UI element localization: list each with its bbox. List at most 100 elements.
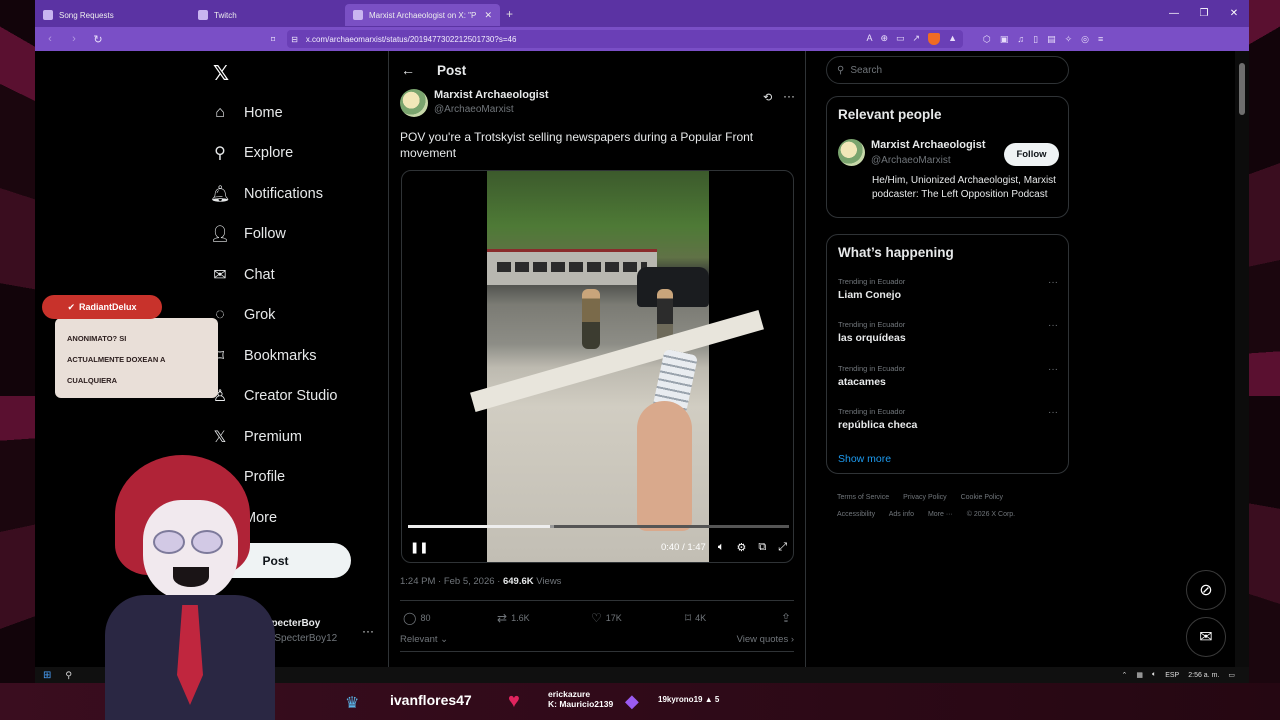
close-tab-icon[interactable]: ✕ [484,10,492,21]
video-player[interactable]: ❚❚ 0:40 / 1:47 🔈︎ ⚙ ⧉ ⤢ [401,170,794,563]
translate-icon[interactable]: A [866,33,872,45]
cast-icon[interactable]: ▭ [896,33,905,45]
crown-icon: ♛ [345,695,360,712]
copyright: © 2026 X Corp. [966,511,1016,518]
fullscreen-icon[interactable]: ⤢ [778,541,787,554]
vpn-icon[interactable]: ◎ [1081,34,1089,45]
restore-icon[interactable]: ❐ [1189,0,1219,27]
bookmark-page-icon[interactable]: ⌑ [271,35,275,44]
nav-home[interactable]: ⌂ Home [210,98,283,128]
nav-notifications[interactable]: 🔔︎ Notifications [210,179,323,209]
language-indicator[interactable]: ESP [1165,672,1179,679]
reload-icon[interactable]: ↻ [91,33,105,46]
notifications-tray-icon[interactable]: ▭ [1228,671,1235,679]
footer-link[interactable]: More ··· [928,511,953,518]
share-icon[interactable]: ⇪ [781,611,791,625]
menu-icon[interactable]: ≡ [1098,34,1103,45]
nav-grok[interactable]: ◌ Grok [210,300,275,330]
pip-icon[interactable]: ⧉ [758,541,766,554]
grok-fab-icon[interactable]: ⊘ [1186,570,1226,610]
footer-link[interactable]: Privacy Policy [903,494,947,501]
footer-link[interactable]: Cookie Policy [961,494,1003,501]
x-logo-icon[interactable]: 𝕏 [213,61,229,86]
tab-twitch[interactable]: Twitch [190,4,345,26]
new-tab-button[interactable]: + [506,7,513,21]
video-progress-bar[interactable] [408,525,789,528]
like-button[interactable]: ♡ 17K [591,611,685,625]
trend-item[interactable]: Trending in Ecuador Liam Conejo ··· [838,277,1063,301]
view-quotes-link[interactable]: View quotes › [737,634,794,645]
avatar[interactable] [838,139,865,166]
site-info-icon[interactable]: ⊟ [291,35,298,44]
nav-creator-studio[interactable]: ♙ Creator Studio [210,381,338,411]
trend-item[interactable]: Trending in Ecuador república checa ··· [838,407,1063,431]
footer-link[interactable]: Terms of Service [837,494,889,501]
volume-tray-icon[interactable]: 🔈︎ [1152,671,1156,679]
nav-bookmarks[interactable]: ⌑ Bookmarks [210,341,317,371]
add-user-icon: 👤︎ [210,226,231,243]
settings-icon[interactable]: ⚙ [736,541,746,554]
grok-explain-icon[interactable]: ⟲ [763,91,772,104]
wallet2-icon[interactable]: ▤ [1047,34,1056,45]
tray-arrow-icon[interactable]: ⌃ [1122,671,1128,679]
trend-item[interactable]: Trending in Ecuador las orquídeas ··· [838,320,1063,344]
nav-chat[interactable]: ✉ Chat [210,260,274,290]
leo-icon[interactable]: ✧ [1065,34,1073,45]
back-nav-icon[interactable]: ‹ [43,33,57,45]
sort-dropdown[interactable]: Relevant ⌄ [400,634,448,645]
close-window-icon[interactable]: ✕ [1219,0,1249,27]
windows-start-icon[interactable]: ⊞ [43,670,51,681]
tab-song-requests[interactable]: Song Requests [35,4,190,26]
author-handle[interactable]: @ArchaeoMarxist [434,104,549,115]
back-arrow-icon[interactable]: ← [401,62,415,78]
forward-nav-icon[interactable]: › [67,33,81,45]
trend-item[interactable]: Trending in Ecuador atacames ··· [838,364,1063,388]
avatar-glasses [153,530,233,554]
show-more-link[interactable]: Show more [838,453,891,465]
rewards-icon[interactable]: ▲ [948,33,957,45]
tab-x-post[interactable]: Marxist Archaeologist on X: "P ✕ [345,4,500,26]
clock[interactable]: 2:56 a. m. [1188,672,1219,679]
extensions-icon[interactable]: ⬡ [983,34,991,45]
more-options-icon[interactable]: ··· [1048,364,1058,375]
volume-icon[interactable]: 🔈︎ [718,541,725,554]
nav-explore[interactable]: ⚲ Explore [210,138,293,168]
media-icon[interactable]: ♫ [1017,34,1024,45]
post-author[interactable]: Marxist Archaeologist @ArchaeoMarxist [400,89,549,117]
minimize-icon[interactable]: — [1159,0,1189,27]
network-icon[interactable]: ▦ [1136,671,1143,679]
zoom-icon[interactable]: ⊕ [880,33,888,45]
more-options-icon[interactable]: ··· [1048,320,1058,331]
nav-follow[interactable]: 👤︎ Follow [210,219,286,249]
brave-shield-icon[interactable] [928,33,941,45]
search-input[interactable]: ⚲ Search [826,56,1069,84]
more-options-icon[interactable]: ··· [783,89,795,103]
address-bar[interactable]: ⌑ ⊟ x.com/archaeomarxist/status/20194773… [271,30,963,48]
reply-button[interactable]: ◯ 80 [403,611,497,625]
sidebar-icon[interactable]: ▯ [1033,34,1038,45]
more-options-icon[interactable]: ··· [1048,277,1058,288]
avatar[interactable] [400,89,428,117]
pause-icon[interactable]: ❚❚ [410,541,428,554]
repost-button[interactable]: ⇄ 1.6K [497,611,591,625]
nav-premium[interactable]: 𝕏 Premium [210,422,302,452]
post-timestamp[interactable]: 1:24 PM · Feb 5, 2026 · [400,576,503,587]
card-title: What’s happening [838,245,954,260]
author-name[interactable]: Marxist Archaeologist [434,89,549,101]
taskbar-search-icon[interactable]: ⚲ [65,670,72,681]
nav-label: Explore [244,145,294,161]
footer-link[interactable]: Accessibility [837,511,875,518]
footer-link[interactable]: Ads info [889,511,914,518]
scrollbar[interactable] [1235,51,1249,667]
wallet-icon[interactable]: ▣ [1000,34,1009,45]
bookmark-button[interactable]: ⌑ 4K [685,611,779,625]
scrollbar-thumb[interactable] [1239,63,1245,115]
account-more-icon[interactable]: ··· [362,624,374,638]
messages-fab-icon[interactable]: ✉ [1186,617,1226,657]
person-name[interactable]: Marxist Archaeologist [871,139,986,151]
more-options-icon[interactable]: ··· [1048,407,1058,418]
share-icon[interactable]: ↗ [913,33,921,45]
relevant-person[interactable]: Marxist Archaeologist @ArchaeoMarxist [838,139,986,166]
bookmark-count: 4K [695,613,707,623]
follow-button[interactable]: Follow [1004,143,1059,166]
